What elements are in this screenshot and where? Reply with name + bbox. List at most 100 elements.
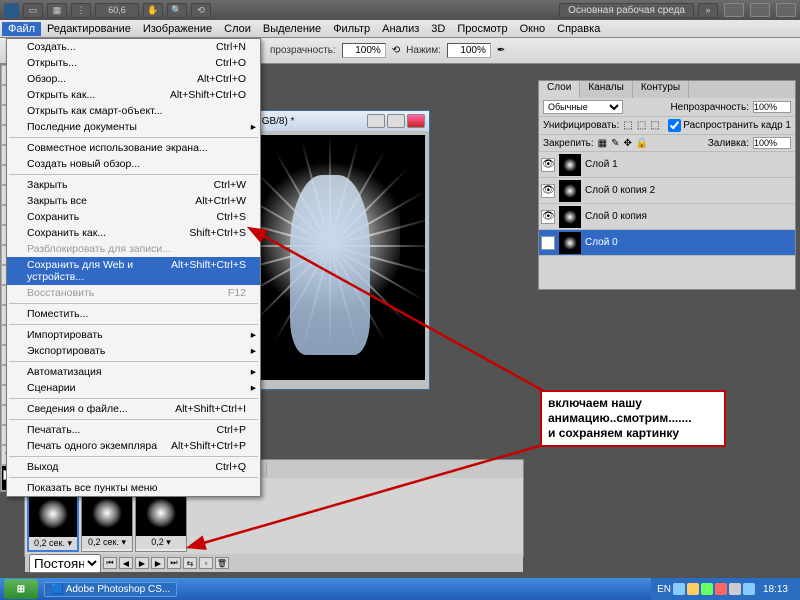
paths-tab[interactable]: Контуры	[633, 81, 689, 98]
file-menu-item[interactable]: Открыть как...Alt+Shift+Ctrl+O	[7, 87, 260, 103]
lock-all-icon[interactable]: 🔒	[636, 138, 648, 149]
menu-фильтр[interactable]: Фильтр	[327, 22, 376, 36]
file-menu-item[interactable]: Открыть как смарт-объект...	[7, 103, 260, 119]
airbrush-icon[interactable]: ✒	[497, 45, 505, 56]
minimize-btn[interactable]	[724, 3, 744, 17]
screenmode-btn[interactable]: ▦	[47, 3, 67, 18]
lock-pos-icon[interactable]: ✥	[624, 138, 632, 149]
link-icon[interactable]: ⟲	[392, 45, 400, 56]
start-button[interactable]: ⊞	[4, 579, 38, 599]
new-frame-btn[interactable]: ▫	[199, 557, 213, 569]
fill-field[interactable]	[753, 137, 791, 149]
layer-item[interactable]: 👁Слой 0 копия	[539, 204, 795, 230]
file-menu-item[interactable]: Сохранить как...Shift+Ctrl+S	[7, 225, 260, 241]
canvas[interactable]	[235, 135, 425, 380]
file-menu-item[interactable]: Сценарии▸	[7, 380, 260, 396]
visibility-icon[interactable]: 👁	[541, 210, 555, 224]
doc-close-btn[interactable]	[407, 114, 425, 128]
file-menu-item[interactable]: Сохранить для Web и устройств...Alt+Shif…	[7, 257, 260, 285]
tray-icon[interactable]	[715, 583, 727, 595]
layer-item[interactable]: 👁 Слой 1	[539, 152, 795, 178]
menu-3d[interactable]: 3D	[425, 22, 451, 36]
doc-min-btn[interactable]	[367, 114, 385, 128]
app-titlebar: ▭ ▦ ⋮ 60,6 ✋ 🔍 ⟲ Основная рабочая среда …	[0, 0, 800, 20]
menu-слои[interactable]: Слои	[218, 22, 257, 36]
rotate-btn[interactable]: ⟲	[191, 3, 211, 18]
next-frame-btn[interactable]: ▶	[151, 557, 165, 569]
menu-файл[interactable]: Файл	[2, 22, 41, 36]
lock-trans-icon[interactable]: ▦	[598, 138, 607, 149]
file-menu-item[interactable]: Печатать...Ctrl+P	[7, 422, 260, 438]
doc-max-btn[interactable]	[387, 114, 405, 128]
unify-vis-icon[interactable]: ⬚	[637, 120, 646, 131]
play-btn[interactable]: ▶	[135, 557, 149, 569]
file-menu-item[interactable]: Автоматизация▸	[7, 364, 260, 380]
file-menu-item[interactable]: Печать одного экземпляраAlt+Shift+Ctrl+P	[7, 438, 260, 454]
file-menu-item[interactable]: Экспортировать▸	[7, 343, 260, 359]
file-menu-item[interactable]: Создать...Ctrl+N	[7, 39, 260, 55]
lock-paint-icon[interactable]: ✎	[611, 138, 619, 149]
channels-tab[interactable]: Каналы	[580, 81, 633, 98]
maximize-btn[interactable]	[750, 3, 770, 17]
file-menu-item[interactable]: Сведения о файле...Alt+Shift+Ctrl+I	[7, 401, 260, 417]
menu-просмотр[interactable]: Просмотр	[451, 22, 513, 36]
layer-item[interactable]: 👁Слой 0	[539, 230, 795, 256]
hand-btn[interactable]: ✋	[143, 3, 163, 18]
lang-indicator[interactable]: EN	[657, 584, 671, 595]
menu-выделение[interactable]: Выделение	[257, 22, 327, 36]
tray-icon[interactable]	[743, 583, 755, 595]
delete-frame-btn[interactable]: 🗑	[215, 557, 229, 569]
tray-icon[interactable]	[673, 583, 685, 595]
file-menu-item[interactable]: Показать все пункты меню	[7, 480, 260, 496]
menu-справка[interactable]: Справка	[551, 22, 606, 36]
menu-окно[interactable]: Окно	[514, 22, 552, 36]
file-menu-item[interactable]: Открыть...Ctrl+O	[7, 55, 260, 71]
prev-frame-btn[interactable]: ◀	[119, 557, 133, 569]
layers-tab[interactable]: Слои	[539, 81, 580, 98]
tray-icon[interactable]	[729, 583, 741, 595]
file-menu-item[interactable]: Совместное использование экрана...	[7, 140, 260, 156]
visibility-icon[interactable]: 👁	[541, 184, 555, 198]
opacity-field[interactable]: 100%	[342, 43, 386, 58]
arrange-btn[interactable]: ▭	[23, 3, 43, 18]
file-menu-item[interactable]: ВыходCtrl+Q	[7, 459, 260, 475]
layer-name: Слой 1	[585, 159, 618, 170]
close-btn[interactable]	[776, 3, 796, 17]
tray-icon[interactable]	[701, 583, 713, 595]
file-menu-item[interactable]: Создать новый обзор...	[7, 156, 260, 172]
visibility-icon[interactable]: 👁	[541, 158, 555, 172]
workspace-more[interactable]: »	[698, 3, 718, 18]
layer-list: 👁 Слой 1 👁Слой 0 копия 2👁Слой 0 копия👁Слой…	[539, 152, 795, 256]
last-frame-btn[interactable]: ⏭	[167, 557, 181, 569]
zoom-btn[interactable]: 🔍	[167, 3, 187, 18]
tray-icon[interactable]	[687, 583, 699, 595]
menu-редактирование[interactable]: Редактирование	[41, 22, 137, 36]
zoom-field[interactable]: 60,6	[95, 3, 139, 18]
unify-style-icon[interactable]: ⬚	[650, 120, 659, 131]
annotation-box: включаем нашу анимацию..смотрим....... и…	[540, 390, 726, 447]
file-menu-item[interactable]: СохранитьCtrl+S	[7, 209, 260, 225]
loop-select[interactable]: Постоянно	[29, 554, 101, 573]
blend-mode-select[interactable]: Обычные	[543, 100, 623, 114]
file-menu-item[interactable]: Закрыть всеAlt+Ctrl+W	[7, 193, 260, 209]
file-menu-item[interactable]: Последние документы▸	[7, 119, 260, 135]
propagate-check[interactable]	[668, 119, 681, 132]
layer-opacity-field[interactable]	[753, 101, 791, 113]
layer-item[interactable]: 👁Слой 0 копия 2	[539, 178, 795, 204]
menu-анализ[interactable]: Анализ	[376, 22, 425, 36]
layer-opacity-label: Непрозрачность:	[670, 102, 749, 113]
extras-btn[interactable]: ⋮	[71, 3, 91, 18]
menu-изображение[interactable]: Изображение	[137, 22, 218, 36]
first-frame-btn[interactable]: ⏮	[103, 557, 117, 569]
flow-field[interactable]: 100%	[447, 43, 491, 58]
file-menu-item[interactable]: Поместить...	[7, 306, 260, 322]
taskbar-item-ps[interactable]: 🟦 Adobe Photoshop CS...	[44, 582, 177, 597]
file-menu-item[interactable]: Обзор...Alt+Ctrl+O	[7, 71, 260, 87]
file-menu-item[interactable]: Импортировать▸	[7, 327, 260, 343]
file-menu-item[interactable]: ЗакрытьCtrl+W	[7, 177, 260, 193]
visibility-icon[interactable]: 👁	[541, 236, 555, 250]
opacity-label: прозрачность:	[270, 45, 336, 56]
tween-btn[interactable]: ⇆	[183, 557, 197, 569]
unify-pos-icon[interactable]: ⬚	[623, 120, 632, 131]
workspace-selector[interactable]: Основная рабочая среда	[559, 3, 694, 18]
